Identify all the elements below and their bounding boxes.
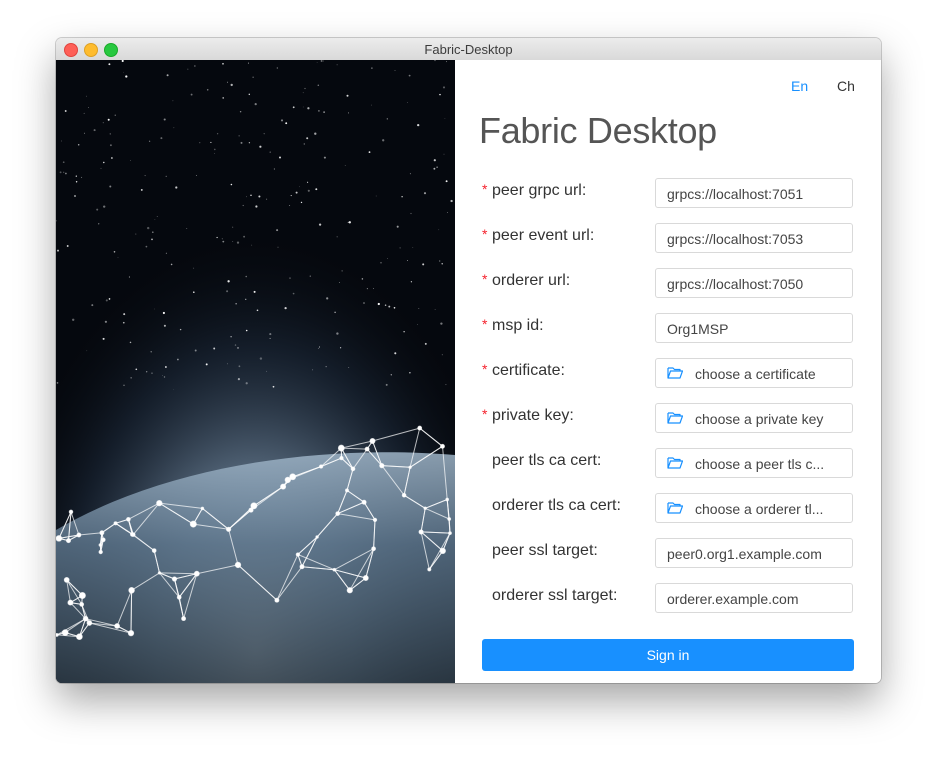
certificate-label: certificate:	[492, 362, 565, 379]
required-marker: *	[482, 181, 488, 197]
row-certificate: * certificate: choose a certificate	[455, 358, 881, 390]
login-panel: En Ch Fabric Desktop * peer grpc url: gr…	[455, 60, 881, 683]
choose-private-key-label: choose a private key	[695, 411, 824, 427]
required-marker: *	[482, 316, 488, 332]
peer-ssl-target-input[interactable]: peer0.org1.example.com	[655, 538, 853, 568]
app-window: Fabric-Desktop En Ch Fabric Desktop * pe…	[56, 38, 881, 683]
peer-ssl-target-label: peer ssl target:	[492, 542, 598, 559]
row-orderer-ssl-target: orderer ssl target: orderer.example.com	[455, 583, 881, 615]
required-marker: *	[482, 271, 488, 287]
row-peer-event-url: * peer event url: grpcs://localhost:7053	[455, 223, 881, 255]
choose-certificate-label: choose a certificate	[695, 366, 816, 382]
orderer-url-label: orderer url:	[492, 272, 571, 289]
peer-tls-ca-cert-label: peer tls ca cert:	[492, 452, 602, 469]
lang-ch-toggle[interactable]: Ch	[837, 78, 855, 94]
row-private-key: * private key: choose a private key	[455, 403, 881, 435]
title-bar: Fabric-Desktop	[56, 38, 881, 61]
folder-open-icon	[667, 494, 684, 522]
folder-open-icon	[667, 359, 684, 387]
required-marker: *	[482, 226, 488, 242]
choose-orderer-tls-cert-label: choose a orderer tl...	[695, 501, 824, 517]
peer-grpc-url-input[interactable]: grpcs://localhost:7051	[655, 178, 853, 208]
orderer-url-input[interactable]: grpcs://localhost:7050	[655, 268, 853, 298]
sign-in-button[interactable]: Sign in	[482, 639, 854, 671]
peer-event-url-input[interactable]: grpcs://localhost:7053	[655, 223, 853, 253]
orderer-ssl-target-input[interactable]: orderer.example.com	[655, 583, 853, 613]
orderer-tls-ca-cert-label: orderer tls ca cert:	[492, 497, 621, 514]
lang-en-toggle[interactable]: En	[791, 78, 808, 94]
row-peer-tls-ca-cert: peer tls ca cert: choose a peer tls c...	[455, 448, 881, 480]
folder-open-icon	[667, 449, 684, 477]
row-peer-ssl-target: peer ssl target: peer0.org1.example.com	[455, 538, 881, 570]
window-title: Fabric-Desktop	[424, 42, 513, 57]
row-orderer-url: * orderer url: grpcs://localhost:7050	[455, 268, 881, 300]
peer-event-url-label: peer event url:	[492, 227, 595, 244]
peer-grpc-url-label: peer grpc url:	[492, 182, 587, 199]
choose-certificate-button[interactable]: choose a certificate	[655, 358, 853, 388]
choose-peer-tls-cert-button[interactable]: choose a peer tls c...	[655, 448, 853, 478]
hero-image	[56, 60, 455, 683]
required-marker: *	[482, 361, 488, 377]
app-title: Fabric Desktop	[479, 110, 717, 151]
msp-id-input[interactable]: Org1MSP	[655, 313, 853, 343]
row-peer-grpc-url: * peer grpc url: grpcs://localhost:7051	[455, 178, 881, 210]
required-marker: *	[482, 406, 488, 422]
choose-private-key-button[interactable]: choose a private key	[655, 403, 853, 433]
folder-open-icon	[667, 404, 684, 432]
private-key-label: private key:	[492, 407, 574, 424]
choose-peer-tls-cert-label: choose a peer tls c...	[695, 456, 825, 472]
choose-orderer-tls-cert-button[interactable]: choose a orderer tl...	[655, 493, 853, 523]
msp-id-label: msp id:	[492, 317, 544, 334]
row-orderer-tls-ca-cert: orderer tls ca cert: choose a orderer tl…	[455, 493, 881, 525]
row-msp-id: * msp id: Org1MSP	[455, 313, 881, 345]
orderer-ssl-target-label: orderer ssl target:	[492, 587, 618, 604]
